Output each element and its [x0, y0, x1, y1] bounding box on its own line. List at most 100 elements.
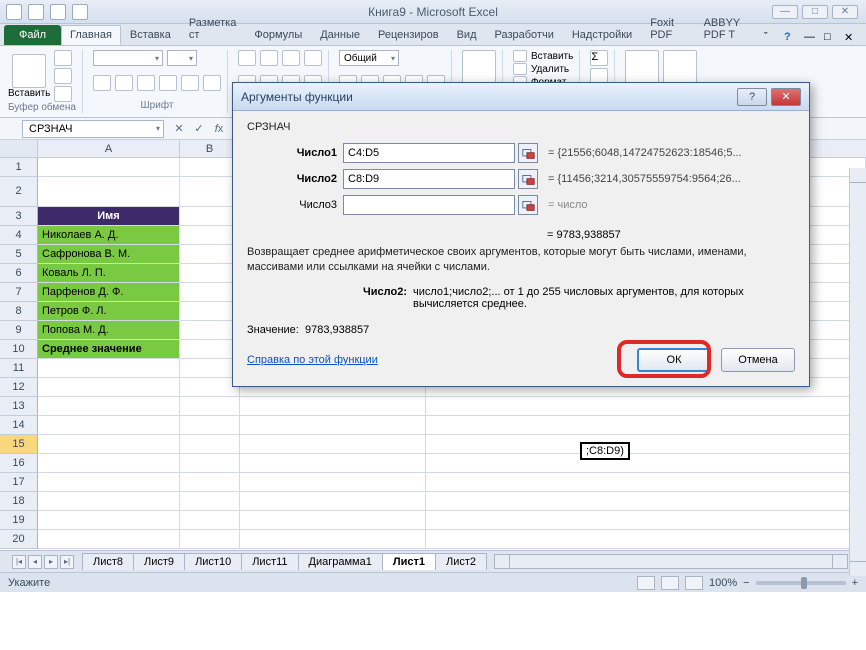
tab-рецензиров[interactable]: Рецензиров [369, 25, 448, 45]
cell[interactable] [38, 492, 180, 511]
row-header[interactable]: 8 [0, 302, 38, 321]
row-header[interactable]: 13 [0, 397, 38, 416]
align-middle-icon[interactable] [260, 50, 278, 66]
row-header[interactable]: 7 [0, 283, 38, 302]
cell[interactable] [180, 435, 240, 454]
dialog-close-button[interactable]: ✕ [771, 88, 801, 106]
cell[interactable] [240, 492, 426, 511]
underline-icon[interactable] [137, 75, 155, 91]
cell[interactable]: Сафронова В. М. [38, 245, 180, 264]
row-header[interactable]: 10 [0, 340, 38, 359]
cell[interactable] [180, 158, 240, 177]
fx-icon[interactable]: fx [210, 120, 228, 138]
cell[interactable] [180, 416, 240, 435]
vertical-scrollbar[interactable] [849, 168, 866, 576]
copy-icon[interactable] [54, 68, 72, 84]
dialog-arg-input[interactable] [343, 143, 515, 163]
border-icon[interactable] [159, 75, 177, 91]
format-painter-icon[interactable] [54, 86, 72, 102]
column-header[interactable]: B [180, 140, 240, 157]
cell[interactable] [180, 177, 240, 207]
cell[interactable] [38, 530, 180, 549]
tab-разработчи[interactable]: Разработчи [486, 25, 563, 45]
cell[interactable] [38, 378, 180, 397]
cell[interactable] [180, 302, 240, 321]
undo-icon[interactable] [50, 4, 66, 20]
tab-foxit pdf[interactable]: Foxit PDF [641, 13, 694, 45]
fill-color-icon[interactable] [181, 75, 199, 91]
cell[interactable]: Петров Ф. Л. [38, 302, 180, 321]
redo-icon[interactable] [72, 4, 88, 20]
cell[interactable] [180, 340, 240, 359]
range-selector-icon[interactable] [518, 143, 538, 163]
find-select-icon[interactable] [663, 50, 697, 84]
cell[interactable] [180, 473, 240, 492]
view-page-layout-icon[interactable] [661, 576, 679, 590]
cell[interactable] [38, 511, 180, 530]
row-header[interactable]: 19 [0, 511, 38, 530]
bold-icon[interactable] [93, 75, 111, 91]
cell[interactable] [180, 492, 240, 511]
cell[interactable]: Парфенов Д. Ф. [38, 283, 180, 302]
tab-данные[interactable]: Данные [311, 25, 369, 45]
cell[interactable] [180, 530, 240, 549]
cell[interactable]: Коваль Л. П. [38, 264, 180, 283]
insert-cells-icon[interactable] [513, 50, 527, 62]
italic-icon[interactable] [115, 75, 133, 91]
cell[interactable] [240, 454, 426, 473]
sheet-tab[interactable]: Лист8 [82, 553, 134, 570]
sheet-nav-prev-icon[interactable]: ◂ [28, 555, 42, 569]
align-bottom-icon[interactable] [282, 50, 300, 66]
tab-надстройки[interactable]: Надстройки [563, 25, 641, 45]
zoom-slider[interactable] [756, 581, 846, 585]
sheet-nav-first-icon[interactable]: |◂ [12, 555, 26, 569]
tab-главная[interactable]: Главная [61, 25, 121, 45]
row-header[interactable]: 20 [0, 530, 38, 549]
enter-formula-icon[interactable]: ✓ [190, 120, 208, 138]
cut-icon[interactable] [54, 50, 72, 66]
dialog-help-button[interactable]: ? [737, 88, 767, 106]
select-all-corner[interactable] [0, 140, 38, 157]
row-header[interactable]: 4 [0, 226, 38, 245]
sheet-tab[interactable]: Лист11 [241, 553, 298, 570]
cell[interactable] [180, 226, 240, 245]
cell[interactable] [38, 177, 180, 207]
range-selector-icon[interactable] [518, 169, 538, 189]
horizontal-scrollbar[interactable] [494, 554, 848, 569]
row-header[interactable]: 16 [0, 454, 38, 473]
window-restore-icon[interactable]: □ [824, 31, 838, 45]
close-button[interactable]: ✕ [832, 5, 858, 19]
number-format-combo[interactable]: Общий [339, 50, 399, 66]
dialog-arg-input[interactable] [343, 195, 515, 215]
cell[interactable] [180, 397, 240, 416]
delete-cells-icon[interactable] [513, 63, 527, 75]
cell[interactable] [38, 435, 180, 454]
zoom-out-button[interactable]: − [743, 577, 749, 589]
cell[interactable] [180, 511, 240, 530]
align-top-icon[interactable] [238, 50, 256, 66]
cell[interactable]: Имя [38, 207, 180, 226]
row-header[interactable]: 12 [0, 378, 38, 397]
cell[interactable] [38, 416, 180, 435]
row-header[interactable]: 5 [0, 245, 38, 264]
column-header[interactable]: A [38, 140, 180, 157]
name-box[interactable]: СРЗНАЧ [22, 120, 164, 138]
cell[interactable] [38, 454, 180, 473]
row-header[interactable]: 1 [0, 158, 38, 177]
font-color-icon[interactable] [203, 75, 221, 91]
tab-формулы[interactable]: Формулы [245, 25, 311, 45]
row-header[interactable]: 17 [0, 473, 38, 492]
sheet-tab[interactable]: Лист1 [382, 553, 436, 570]
window-minimize-icon[interactable]: — [804, 31, 818, 45]
conditional-format-icon[interactable] [462, 50, 496, 84]
cancel-button[interactable]: Отмена [721, 348, 795, 372]
autosum-icon[interactable]: Σ [590, 50, 608, 66]
cell[interactable] [38, 397, 180, 416]
tab-разметка ст[interactable]: Разметка ст [180, 13, 246, 45]
row-header[interactable]: 2 [0, 177, 38, 207]
cell[interactable]: Среднее значение [38, 340, 180, 359]
range-selector-icon[interactable] [518, 195, 538, 215]
row-header[interactable]: 18 [0, 492, 38, 511]
cell[interactable]: Попова М. Д. [38, 321, 180, 340]
view-normal-icon[interactable] [637, 576, 655, 590]
